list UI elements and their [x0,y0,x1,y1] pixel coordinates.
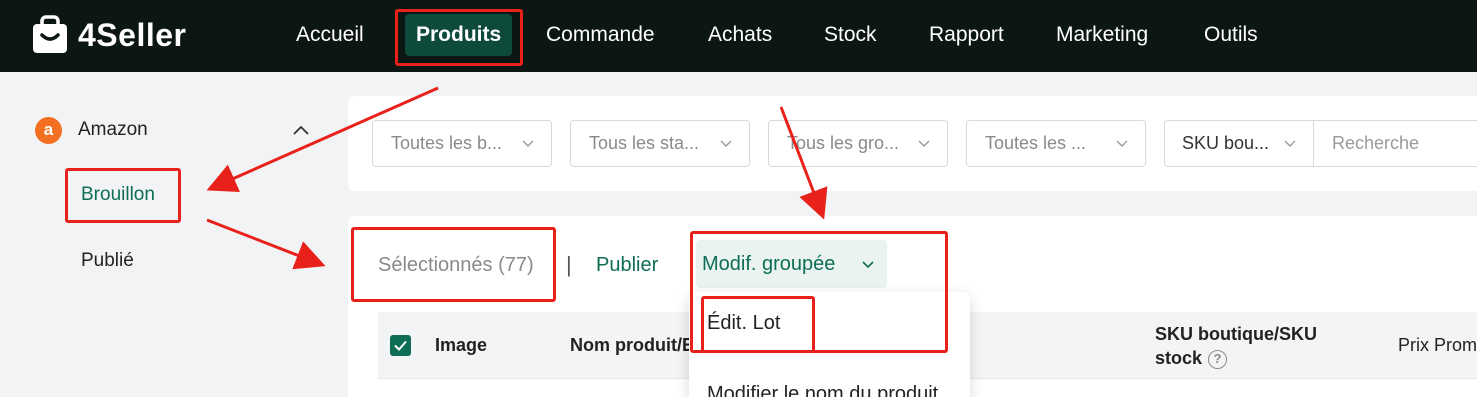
search-input[interactable] [1315,121,1477,166]
bag-logo-icon [33,15,67,53]
bulk-edit-label: Modif. groupée [702,253,836,275]
selected-count-label: Sélectionnés (77) [378,254,534,276]
column-header-promo-price: Prix Prom [1398,335,1477,355]
column-header-product-name[interactable]: Nom produit/E [570,333,694,357]
filter-panel: Toutes les b... Tous les sta... Tous les… [348,96,1477,191]
sidebar-platform-amazon[interactable]: Amazon [78,117,148,143]
sku-search-group: SKU bou... [1164,120,1477,167]
other-filter-value: Toutes les ... [985,133,1087,153]
chevron-up-icon[interactable] [290,120,312,142]
other-filter-select[interactable]: Toutes les ... [966,120,1146,167]
arrow-to-selected [206,218,326,270]
nav-commande[interactable]: Commande [546,14,655,56]
nav-produits[interactable]: Produits [405,14,513,56]
nav-rapport[interactable]: Rapport [929,14,1004,56]
store-filter-value: Toutes les b... [391,133,503,153]
store-filter-select[interactable]: Toutes les b... [372,120,552,167]
help-icon[interactable]: ? [1208,349,1228,369]
group-filter-value: Tous les gro... [787,133,900,153]
sku-type-select[interactable]: SKU bou... [1165,121,1314,166]
sidebar-item-publie[interactable]: Publié [81,248,134,274]
sku-type-value: SKU bou... [1182,133,1270,153]
menu-item-edit-product-name[interactable]: Modifier le nom du produit [707,380,938,397]
sku-header-line2: stock [1155,348,1203,368]
nav-outils[interactable]: Outils [1204,14,1258,56]
publish-button[interactable]: Publier [596,251,658,279]
app-logo[interactable]: 4Seller [30,14,186,56]
top-nav-bar: 4Seller Accueil Produits Commande Achats… [0,0,1477,72]
chevron-down-icon [1284,140,1296,147]
chevron-down-icon [918,140,930,147]
status-filter-value: Tous les sta... [589,133,700,153]
nav-accueil[interactable]: Accueil [296,14,364,56]
menu-item-edit-lot[interactable]: Édit. Lot [707,309,780,337]
nav-achats[interactable]: Achats [708,14,772,56]
bulk-edit-button[interactable]: Modif. groupée [696,240,887,288]
chevron-down-icon [522,140,534,147]
logo-text: 4Seller [78,16,187,53]
check-icon [394,340,407,351]
amazon-icon: a [35,117,62,144]
chevron-down-icon [720,140,732,147]
column-header-image: Image [435,335,488,355]
group-filter-select[interactable]: Tous les gro... [768,120,948,167]
toolbar-divider: | [566,252,572,277]
nav-marketing[interactable]: Marketing [1056,14,1148,56]
chevron-down-icon [1116,140,1128,147]
nav-stock[interactable]: Stock [824,14,877,56]
chevron-down-icon [862,261,874,269]
column-header-sku: SKU boutique/SKU stock? [1155,322,1317,370]
sku-header-line1: SKU boutique/SKU [1155,324,1317,344]
sidebar-item-brouillon[interactable]: Brouillon [81,182,155,208]
select-all-checkbox[interactable] [390,335,411,356]
bulk-edit-dropdown: Édit. Lot Modifier le nom du produit [689,292,970,397]
status-filter-select[interactable]: Tous les sta... [570,120,750,167]
